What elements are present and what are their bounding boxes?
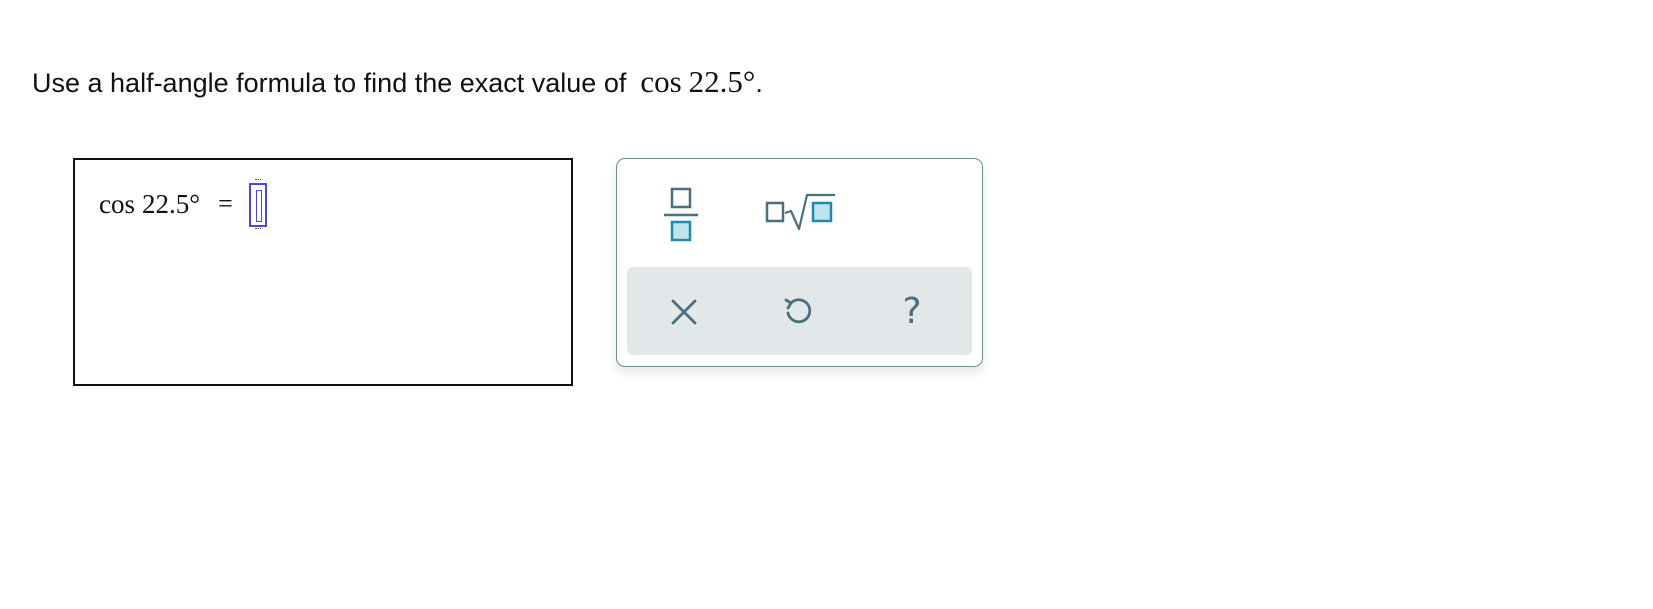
clear-button[interactable] (661, 289, 707, 335)
question-period: . (755, 68, 763, 98)
answer-expression: cos 22.5° = (99, 179, 267, 229)
answer-input-slot[interactable] (248, 179, 267, 229)
cursor-tick-bottom (254, 228, 261, 231)
root-icon (765, 193, 835, 231)
text-cursor (255, 190, 262, 222)
undo-button[interactable] (775, 289, 821, 335)
answer-math-value: 22.5° (142, 188, 201, 219)
answer-math-fn: cos (99, 188, 135, 219)
nth-root-button[interactable] (763, 191, 837, 233)
fraction-icon (664, 187, 698, 242)
palette-action-bar: ? (627, 267, 972, 355)
question-prompt: Use a half-angle formula to find the exa… (32, 68, 627, 98)
math-palette: ? (616, 158, 983, 367)
answer-input-box[interactable]: cos 22.5° = (73, 158, 573, 386)
question-math-fn: cos (640, 64, 682, 99)
help-button[interactable]: ? (889, 289, 935, 335)
fraction-button[interactable] (663, 185, 699, 243)
x-icon (671, 299, 697, 325)
help-icon: ? (902, 291, 922, 332)
question-math: cos 22.5° (640, 62, 755, 102)
cursor-tick-top (254, 179, 261, 182)
question-math-value: 22.5° (688, 64, 756, 99)
undo-icon (784, 298, 812, 324)
equals-sign: = (218, 189, 233, 218)
question-text: Use a half-angle formula to find the exa… (32, 62, 763, 103)
